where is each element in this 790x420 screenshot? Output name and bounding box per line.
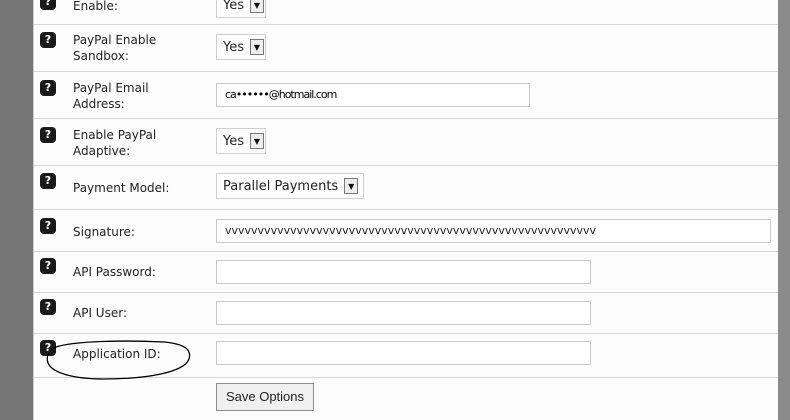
label-api-password: API Password:	[73, 265, 156, 279]
label-paypal-sandbox: PayPal Enable Sandbox:	[73, 33, 157, 63]
input-value: vvvvvvvvvvvvvvvvvvvvvvvvvvvvvvvvvvvvvvvv…	[225, 224, 597, 237]
question-mark-icon[interactable]: ?	[40, 80, 56, 96]
chevron-down-icon[interactable]: ▼	[250, 0, 264, 13]
input-signature[interactable]: vvvvvvvvvvvvvvvvvvvvvvvvvvvvvvvvvvvvvvvv…	[216, 219, 771, 243]
label-paypal-email: PayPal Email Address:	[73, 81, 149, 111]
input-api-password[interactable]	[216, 260, 591, 284]
select-value: Yes	[223, 39, 244, 55]
question-mark-icon[interactable]: ?	[40, 173, 56, 189]
select-enable[interactable]: Yes ▼	[216, 0, 266, 18]
label-paypal-adaptive: Enable PayPal Adaptive:	[73, 128, 157, 158]
row-paypal-adaptive: ? Enable PayPal Adaptive: Yes ▼	[34, 119, 779, 166]
select-payment-model[interactable]: Parallel Payments ▼	[216, 173, 364, 199]
input-application-id[interactable]	[216, 341, 591, 365]
question-mark-icon[interactable]: ?	[40, 258, 56, 274]
row-paypal-email: ? PayPal Email Address: ca••••••@hotmail…	[34, 72, 779, 119]
select-value: Yes	[223, 0, 244, 13]
question-mark-icon[interactable]: ?	[40, 32, 56, 48]
question-mark-icon[interactable]: ?	[40, 218, 56, 234]
question-mark-icon[interactable]: ?	[40, 127, 56, 143]
circle-annotation	[46, 340, 191, 380]
select-paypal-adaptive[interactable]: Yes ▼	[216, 128, 266, 154]
right-margin	[778, 0, 790, 420]
input-paypal-email[interactable]: ca••••••@hotmail.com	[216, 83, 530, 107]
row-signature: ? Signature: vvvvvvvvvvvvvvvvvvvvvvvvvvv…	[34, 210, 779, 252]
chevron-down-icon[interactable]: ▼	[344, 178, 359, 194]
chevron-down-icon[interactable]: ▼	[250, 39, 264, 55]
row-enable: ? Enable: Yes ▼	[34, 0, 779, 25]
label-api-user: API User:	[73, 306, 127, 320]
select-paypal-sandbox[interactable]: Yes ▼	[216, 34, 266, 60]
input-api-user[interactable]	[216, 301, 591, 325]
chevron-down-icon[interactable]: ▼	[250, 133, 264, 149]
question-mark-icon[interactable]: ?	[40, 299, 56, 315]
options-panel: ? Enable: Yes ▼ ? PayPal Enable Sandbox:…	[33, 0, 780, 420]
row-paypal-sandbox: ? PayPal Enable Sandbox: Yes ▼	[34, 24, 779, 72]
row-payment-model: ? Payment Model: Parallel Payments ▼	[34, 166, 779, 210]
label-enable: Enable:	[73, 0, 118, 13]
question-mark-icon[interactable]: ?	[40, 0, 56, 10]
select-value: Yes	[223, 133, 244, 149]
select-value: Parallel Payments	[223, 178, 339, 194]
input-value: ca••••••@hotmail.com	[225, 88, 337, 101]
left-margin	[0, 0, 33, 420]
label-signature: Signature:	[73, 225, 135, 239]
row-api-password: ? API Password:	[34, 252, 779, 293]
row-api-user: ? API User:	[34, 293, 779, 334]
save-options-button[interactable]: Save Options	[216, 383, 314, 411]
label-payment-model: Payment Model:	[73, 181, 170, 195]
